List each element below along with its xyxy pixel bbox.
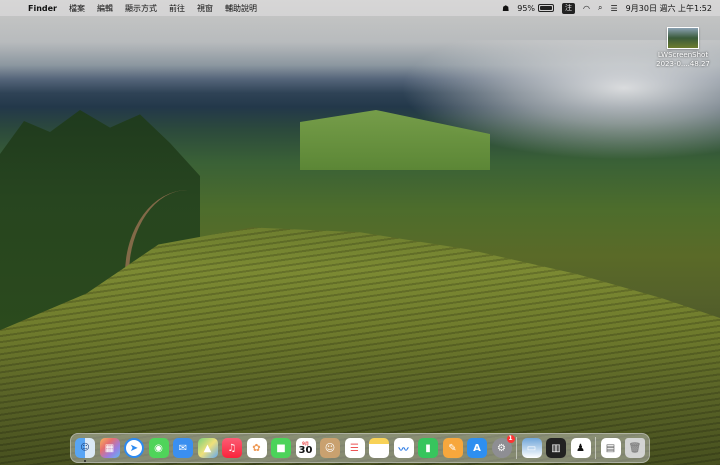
dock-photos-icon[interactable]: ✿: [246, 438, 267, 458]
dock-piano-icon[interactable]: ▥: [546, 438, 566, 458]
dock-music-icon[interactable]: ♫: [222, 438, 242, 458]
dock-documents-stack-icon[interactable]: ▤: [600, 438, 621, 458]
menu-file[interactable]: 檔案: [63, 3, 91, 14]
menu-help[interactable]: 輔助說明: [219, 3, 263, 14]
dock-facetime-icon[interactable]: ■: [271, 438, 291, 458]
search-icon[interactable]: ⌕: [598, 3, 602, 13]
wifi-icon[interactable]: ◠: [583, 4, 590, 13]
battery-status[interactable]: 95%: [517, 3, 555, 13]
dock-appstore-icon[interactable]: A: [467, 438, 487, 458]
dock-separator: [516, 437, 517, 459]
menu-view[interactable]: 顯示方式: [119, 3, 163, 14]
dock-messages-icon[interactable]: ◉: [148, 438, 169, 458]
dock-freeform-icon[interactable]: 〰: [393, 438, 414, 458]
file-thumbnail: [667, 27, 699, 49]
status-area: ☗ 95% 注 ◠ ⌕ ☰ 9月30日 週六 上午1:52: [502, 2, 720, 14]
menu-clock[interactable]: 9月30日 週六 上午1:52: [626, 3, 712, 14]
running-indicator: [84, 460, 86, 462]
dock-trash-icon[interactable]: 🗑: [625, 438, 645, 458]
desktop-wallpaper: [0, 0, 720, 465]
file-name-line2: 2023-0....48.27: [656, 60, 710, 68]
dock-separator: [595, 437, 596, 459]
dock-reminders-icon[interactable]: ☰: [344, 438, 365, 458]
dock-system-settings-icon[interactable]: ⚙ 1: [491, 435, 515, 458]
dock-tux-icon[interactable]: ♟: [570, 438, 591, 458]
desktop-screenshot-file[interactable]: LWScreenShot 2023-0....48.27: [650, 27, 716, 69]
dock-finder-icon[interactable]: ☺: [75, 438, 95, 462]
dock-mail-icon[interactable]: ✉: [173, 438, 193, 458]
dock: ☺ ▦ ➤ ◉ ✉ ▲ ♫ ✿ ■ 9月 30 ☺ ☰ 〰 ▮ ✎ A ⚙ 1 …: [70, 433, 650, 463]
dock-preview-icon[interactable]: ▭: [521, 438, 542, 458]
file-name-line1: LWScreenShot: [657, 51, 709, 59]
battery-percent: 95%: [517, 3, 536, 13]
calendar-day: 30: [298, 444, 313, 456]
dock-launchpad-icon[interactable]: ▦: [99, 438, 120, 458]
menu-bar: Finder 檔案 編輯 顯示方式 前往 視窗 輔助說明 ☗ 95% 注 ◠ ⌕…: [0, 0, 720, 16]
dock-numbers-icon[interactable]: ▮: [418, 438, 438, 458]
menu-finder[interactable]: Finder: [22, 4, 63, 13]
dock-pages-icon[interactable]: ✎: [442, 438, 463, 458]
dock-contacts-icon[interactable]: ☺: [320, 438, 340, 458]
dock-notes-icon[interactable]: [369, 438, 389, 458]
accessibility-icon[interactable]: ☗: [502, 4, 509, 13]
menu-go[interactable]: 前往: [163, 3, 191, 14]
input-method-icon[interactable]: 注: [562, 2, 576, 14]
control-center-icon[interactable]: ☰: [611, 4, 618, 13]
dock-safari-icon[interactable]: ➤: [124, 438, 144, 458]
dock-maps-icon[interactable]: ▲: [197, 438, 218, 458]
settings-badge: 1: [506, 435, 515, 443]
menu-edit[interactable]: 編輯: [91, 3, 119, 14]
dock-calendar-icon[interactable]: 9月 30: [295, 438, 316, 458]
battery-icon: [538, 4, 555, 12]
menu-window[interactable]: 視窗: [191, 3, 219, 14]
